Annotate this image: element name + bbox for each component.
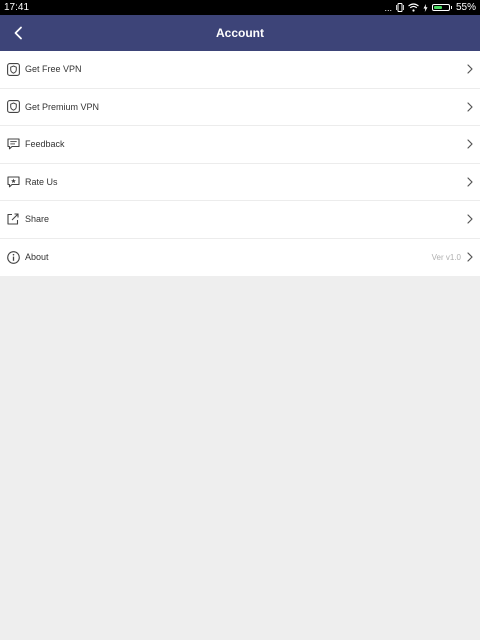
chevron-right-icon (467, 214, 473, 224)
battery-icon (431, 4, 452, 11)
menu-item-label: Feedback (25, 139, 65, 150)
chevron-right-icon (467, 177, 473, 187)
notification-dots: ... (384, 2, 392, 13)
menu-item-share[interactable]: Share (0, 201, 480, 239)
info-icon (6, 250, 20, 264)
share-icon (6, 212, 20, 226)
chevron-right-icon (467, 252, 473, 262)
menu-item-get-free-vpn[interactable]: Get Free VPN (0, 51, 480, 89)
menu-item-feedback[interactable]: Feedback (0, 126, 480, 164)
menu-item-rate-us[interactable]: Rate Us (0, 164, 480, 201)
vpn-shield-icon (6, 62, 20, 76)
menu-item-about[interactable]: About Ver v1.0 (0, 239, 480, 277)
message-icon (6, 137, 20, 151)
menu-item-label: Share (25, 214, 50, 225)
charging-icon (423, 3, 428, 12)
chevron-right-icon (467, 102, 473, 112)
menu-item-label: Get Premium VPN (25, 101, 100, 112)
header-bar: Account (0, 15, 480, 51)
vpn-shield-icon (6, 100, 20, 114)
menu-item-get-premium-vpn[interactable]: Get Premium VPN (0, 89, 480, 126)
status-time: 17:41 (4, 2, 30, 13)
app-version: Ver v1.0 (431, 252, 461, 262)
menu-item-label: Get Free VPN (25, 64, 82, 75)
menu-item-label: About (25, 252, 49, 263)
page-title: Account (216, 26, 264, 40)
wifi-icon (408, 3, 419, 12)
chevron-right-icon (467, 64, 473, 74)
rate-star-icon (6, 175, 20, 189)
battery-percent: 55% (455, 2, 476, 13)
status-bar: 17:41 ... 55% (0, 0, 480, 15)
account-menu: Get Free VPN Get Premium VPN Feedback Ra… (0, 51, 480, 276)
battery-fill (433, 6, 442, 9)
chevron-right-icon (467, 139, 473, 149)
vibrate-icon (396, 3, 404, 12)
status-icons: ... 55% (384, 0, 476, 15)
menu-item-label: Rate Us (25, 176, 58, 187)
